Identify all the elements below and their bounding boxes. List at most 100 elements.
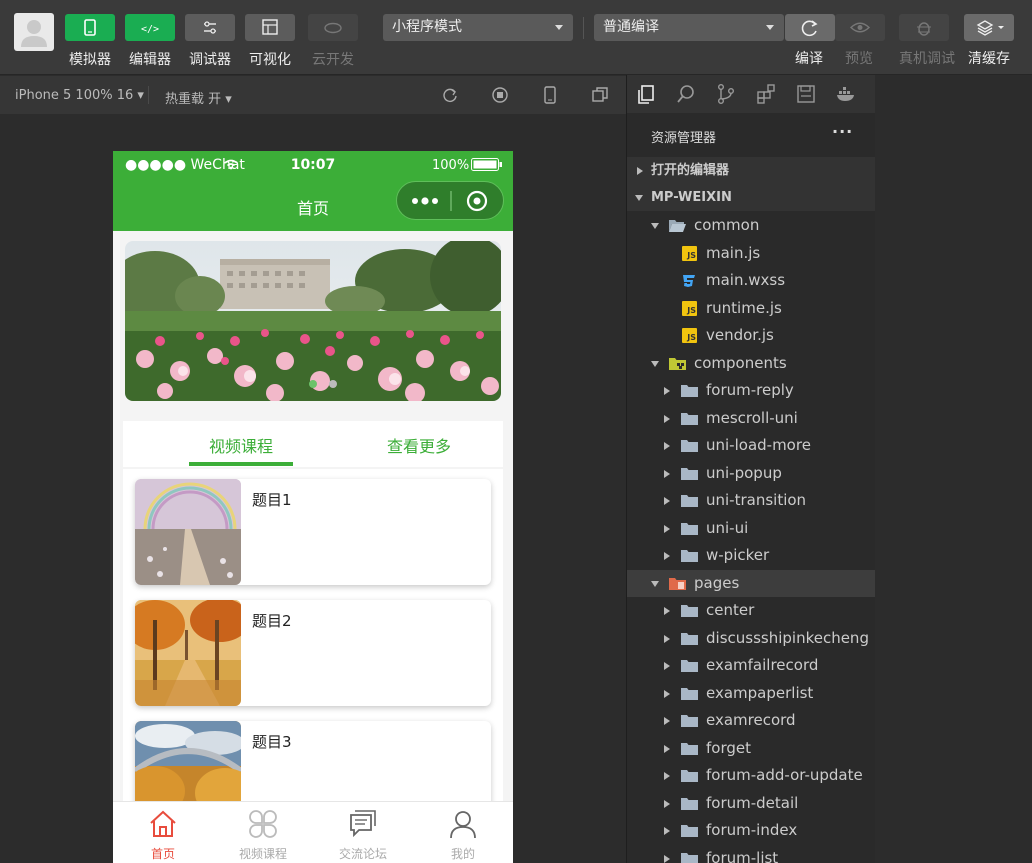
source-control-icon[interactable] (715, 83, 737, 105)
docker-icon[interactable] (835, 83, 857, 105)
tab-forum[interactable]: 交流论坛 (313, 802, 413, 863)
chevron-right-icon (664, 552, 670, 560)
tree-folder-forget[interactable]: forget (627, 735, 875, 762)
refresh-icon (801, 20, 818, 37)
simulator-button[interactable]: 模拟器 (65, 14, 115, 69)
hot-reload-toggle[interactable]: 热重载 开 ▾ (165, 88, 232, 107)
tree-item-label: common (694, 216, 760, 234)
folder-open-icon (669, 220, 686, 232)
tab-see-more[interactable]: 查看更多 (387, 433, 451, 457)
extensions-icon[interactable] (755, 83, 777, 105)
tree-folder-forum-reply[interactable]: forum-reply (627, 377, 875, 404)
tree-folder-examrecord[interactable]: examrecord (627, 707, 875, 734)
chevron-down-icon (766, 25, 774, 30)
project-section[interactable]: MP-WEIXIN (627, 184, 875, 211)
tree-folder-pages[interactable]: pages (627, 570, 875, 597)
compile-button[interactable] (785, 14, 835, 41)
tree-folder-exampaperlist[interactable]: exampaperlist (627, 680, 875, 707)
list-item[interactable]: 题目1 (135, 479, 491, 585)
remote-debug-label: 真机调试 (899, 51, 955, 67)
tree-folder-uni-ui[interactable]: uni-ui (627, 515, 875, 542)
tree-folder-forum-index[interactable]: forum-index (627, 817, 875, 844)
tree-folder-examfailrecord[interactable]: examfailrecord (627, 652, 875, 679)
banner-carousel[interactable] (125, 241, 501, 401)
tree-folder-uni-popup[interactable]: uni-popup (627, 460, 875, 487)
user-avatar[interactable] (14, 13, 54, 51)
chevron-right-icon (637, 167, 643, 175)
tree-file-main-wxss[interactable]: main.wxss (627, 267, 875, 294)
debugger-button[interactable]: 调试器 (185, 14, 235, 69)
course-thumbnail (135, 600, 241, 706)
chevron-right-icon (664, 525, 670, 533)
tree-folder-mescroll-uni[interactable]: mescroll-uni (627, 405, 875, 432)
stop-icon[interactable] (491, 86, 509, 104)
mode-select[interactable]: 小程序模式 (383, 14, 573, 41)
tree-item-label: forum-reply (706, 381, 794, 399)
tree-item-label: forget (706, 739, 751, 757)
editor-button[interactable]: </> 编辑器 (125, 14, 175, 69)
bug-icon (917, 22, 931, 36)
navigation-bar: 首页 (113, 179, 513, 231)
simulator-toolbar: iPhone 5 100% 16 ▾ 热重载 开 ▾ (0, 76, 626, 114)
folder-icon (681, 468, 698, 480)
tree-folder-forum-list[interactable]: forum-list (627, 845, 875, 863)
explorer-title: 资源管理器 (651, 131, 717, 146)
cloud-dev-button[interactable]: 云开发 (308, 14, 358, 69)
preview-button[interactable] (835, 14, 885, 41)
mode-select-value: 小程序模式 (392, 19, 462, 35)
tree-folder-uni-load-more[interactable]: uni-load-more (627, 432, 875, 459)
tree-folder-w-picker[interactable]: w-picker (627, 542, 875, 569)
device-select[interactable]: iPhone 5 100% 16 ▾ (15, 88, 144, 103)
folder-components-icon (669, 358, 686, 370)
close-miniprogram-icon[interactable] (466, 190, 488, 212)
folder-icon (681, 770, 698, 782)
tree-item-label: uni-popup (706, 464, 782, 482)
tree-folder-components[interactable]: components (627, 350, 875, 377)
popout-icon[interactable] (591, 86, 609, 104)
tree-item-label: w-picker (706, 546, 770, 564)
files-icon[interactable] (635, 83, 657, 105)
tab-video[interactable]: 视频课程 (213, 802, 313, 863)
content-tabs: 视频课程 查看更多 (123, 421, 503, 467)
chevron-right-icon (664, 497, 670, 505)
tree-folder-uni-transition[interactable]: uni-transition (627, 487, 875, 514)
tree-folder-forum-detail[interactable]: forum-detail (627, 790, 875, 817)
more-actions-icon[interactable]: ··· (832, 122, 853, 141)
tree-folder-discussshipinkecheng[interactable]: discussshipinkecheng (627, 625, 875, 652)
battery-percent: 100% (432, 158, 470, 173)
cloud-icon (324, 22, 342, 34)
phone-icon[interactable] (541, 86, 559, 104)
folder-icon (681, 495, 698, 507)
tab-forum-label: 交流论坛 (338, 847, 387, 861)
tree-folder-common[interactable]: common (627, 212, 875, 239)
clear-cache-button[interactable] (964, 14, 1014, 41)
open-editors-section[interactable]: 打开的编辑器 (627, 157, 875, 184)
status-bar: ●●●●● WeChat 10:07 100% (113, 151, 513, 179)
tree-file-runtime-js[interactable]: JS runtime.js (627, 295, 875, 322)
list-item[interactable]: 题目2 (135, 600, 491, 706)
tree-folder-forum-add-or-update[interactable]: forum-add-or-update (627, 762, 875, 789)
rotate-icon[interactable] (441, 86, 459, 104)
compile-select[interactable]: 普通编译 (594, 14, 784, 41)
more-dots-icon[interactable] (412, 197, 438, 205)
tree-item-label: uni-ui (706, 519, 749, 537)
search-icon[interactable] (675, 83, 697, 105)
tree-item-label: forum-detail (706, 794, 799, 812)
tab-mine[interactable]: 我的 (413, 802, 513, 863)
save-icon[interactable] (795, 83, 817, 105)
folder-icon (681, 385, 698, 397)
chevron-down-icon (651, 581, 659, 587)
folder-icon (681, 660, 698, 672)
chevron-down-icon (555, 25, 563, 30)
tab-video-courses[interactable]: 视频课程 (188, 433, 294, 466)
remote-debug-button[interactable] (899, 14, 949, 41)
file-explorer: 资源管理器 ··· 打开的编辑器 MP-WEIXIN common JS main.… (627, 113, 875, 863)
tree-item-label: main.wxss (706, 271, 786, 289)
tab-home[interactable]: 首页 (113, 802, 213, 863)
visual-button[interactable]: 可视化 (245, 14, 295, 69)
tree-folder-center[interactable]: center (627, 597, 875, 624)
tree-file-vendor-js[interactable]: JS vendor.js (627, 322, 875, 349)
folder-icon (681, 605, 698, 617)
tree-file-main-js[interactable]: JS main.js (627, 240, 875, 267)
folder-icon (681, 440, 698, 452)
